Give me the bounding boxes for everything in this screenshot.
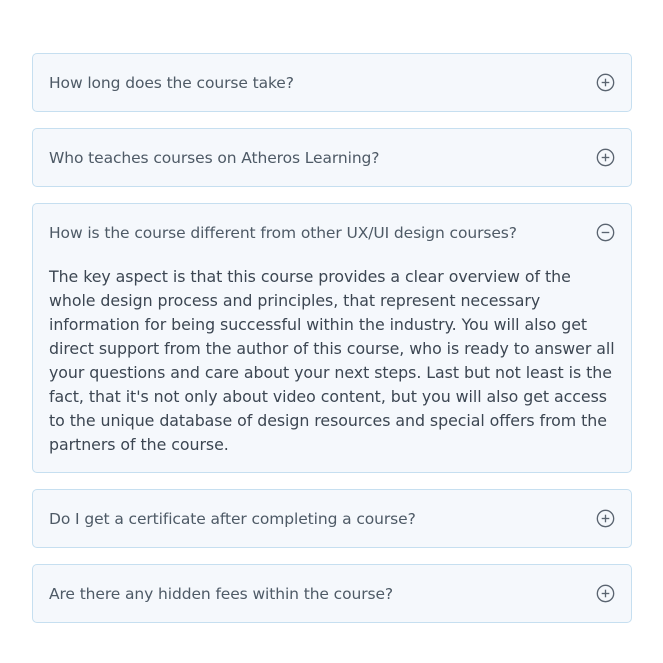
faq-accordion: How long does the course take? Who teach…	[32, 53, 632, 639]
faq-answer: The key aspect is that this course provi…	[49, 267, 615, 454]
faq-question: Who teaches courses on Atheros Learning?	[49, 148, 380, 167]
faq-question-row[interactable]: How is the course different from other U…	[33, 204, 631, 261]
faq-question-row[interactable]: Who teaches courses on Atheros Learning?	[33, 129, 631, 186]
plus-circle-icon[interactable]	[595, 584, 615, 604]
faq-question: How long does the course take?	[49, 73, 294, 92]
faq-item: Do I get a certificate after completing …	[32, 489, 632, 548]
faq-question: Do I get a certificate after completing …	[49, 509, 416, 528]
faq-item: Are there any hidden fees within the cou…	[32, 564, 632, 623]
faq-question: Are there any hidden fees within the cou…	[49, 584, 394, 603]
plus-circle-icon[interactable]	[595, 148, 615, 168]
faq-question-row[interactable]: Do I get a certificate after completing …	[33, 490, 631, 547]
faq-item: Who teaches courses on Atheros Learning?	[32, 128, 632, 187]
faq-question-row[interactable]: Are there any hidden fees within the cou…	[33, 565, 631, 622]
plus-circle-icon[interactable]	[595, 73, 615, 93]
plus-circle-icon[interactable]	[595, 509, 615, 529]
faq-question-row[interactable]: How long does the course take?	[33, 54, 631, 111]
faq-item-expanded: How is the course different from other U…	[32, 203, 632, 473]
faq-item: How long does the course take?	[32, 53, 632, 112]
minus-circle-icon[interactable]	[595, 223, 615, 243]
faq-question: How is the course different from other U…	[49, 223, 517, 242]
